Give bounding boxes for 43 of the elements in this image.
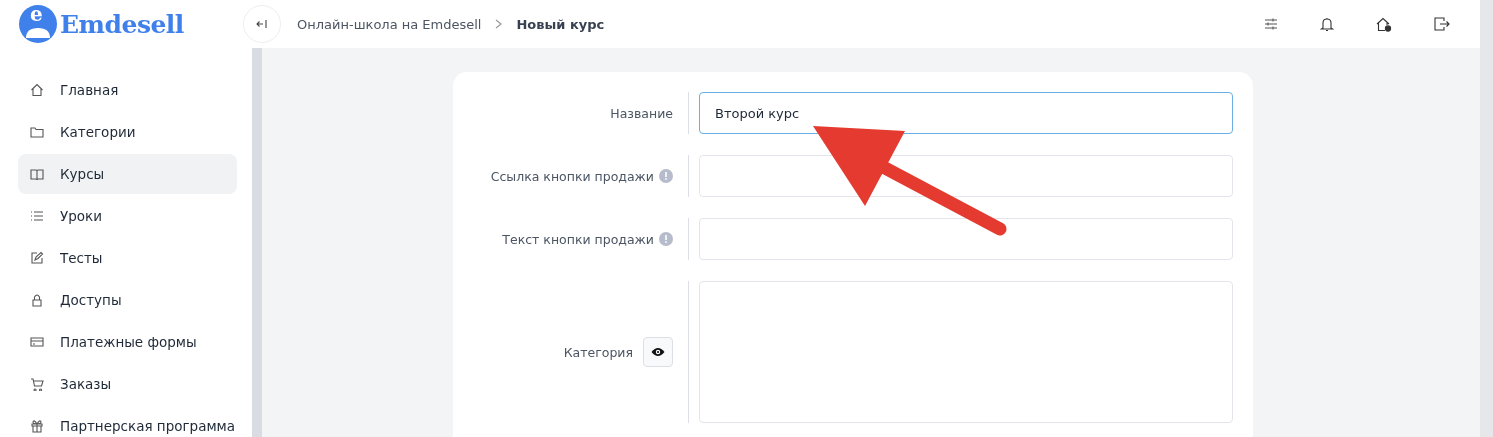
nav-icon xyxy=(30,83,44,97)
sidebar-item[interactable]: Партнерская программа xyxy=(18,406,237,437)
logout-icon[interactable] xyxy=(1434,17,1450,31)
nav-icon xyxy=(30,251,44,265)
collapse-icon xyxy=(256,18,268,30)
info-icon[interactable] xyxy=(659,169,673,183)
logo-letter: e xyxy=(30,2,43,26)
logo-text: Emdesell xyxy=(60,9,184,39)
scrollbar[interactable] xyxy=(1480,0,1493,437)
field-label: Категория xyxy=(563,344,633,360)
nav-icon xyxy=(30,293,44,307)
sidebar-item[interactable]: Тесты xyxy=(18,238,237,278)
text-field[interactable] xyxy=(699,155,1233,197)
nav-icon xyxy=(30,419,44,433)
scrollbar[interactable] xyxy=(252,48,262,437)
sidebar-item[interactable]: Уроки xyxy=(18,196,237,236)
nav-icon xyxy=(30,125,44,139)
info-icon[interactable] xyxy=(659,232,673,246)
sidebar-item[interactable]: Главная xyxy=(18,70,237,110)
home-gear-icon[interactable] xyxy=(1376,16,1392,32)
logo-icon xyxy=(18,4,58,44)
field-label: Название xyxy=(610,105,673,121)
sidebar-item[interactable]: Категории xyxy=(18,112,237,152)
sidebar-item[interactable]: Курсы xyxy=(18,154,237,194)
collapse-button[interactable] xyxy=(243,5,281,43)
notifications-icon[interactable] xyxy=(1320,16,1334,32)
nav-icon xyxy=(30,167,44,181)
sidebar-item[interactable]: Заказы xyxy=(18,364,237,404)
nav-icon xyxy=(30,335,44,349)
field-label: Ссылка кнопки продажи xyxy=(490,168,654,184)
preview-button[interactable] xyxy=(643,337,673,367)
chevron-right-icon xyxy=(495,19,503,29)
field-label: Текст кнопки продажи xyxy=(502,231,654,247)
nav-icon xyxy=(30,209,44,223)
breadcrumb-current: Новый курс xyxy=(516,16,605,32)
sidebar-item[interactable]: Доступы xyxy=(18,280,237,320)
sidebar-item[interactable]: Платежные формы xyxy=(18,322,237,362)
text-field[interactable] xyxy=(699,218,1233,260)
text-field[interactable]: Второй курс xyxy=(699,92,1233,134)
nav-icon xyxy=(30,377,44,391)
breadcrumb-link[interactable]: Онлайн-школа на Emdesell xyxy=(297,16,482,32)
eye-icon xyxy=(651,347,665,357)
sliders-icon[interactable] xyxy=(1264,17,1278,31)
